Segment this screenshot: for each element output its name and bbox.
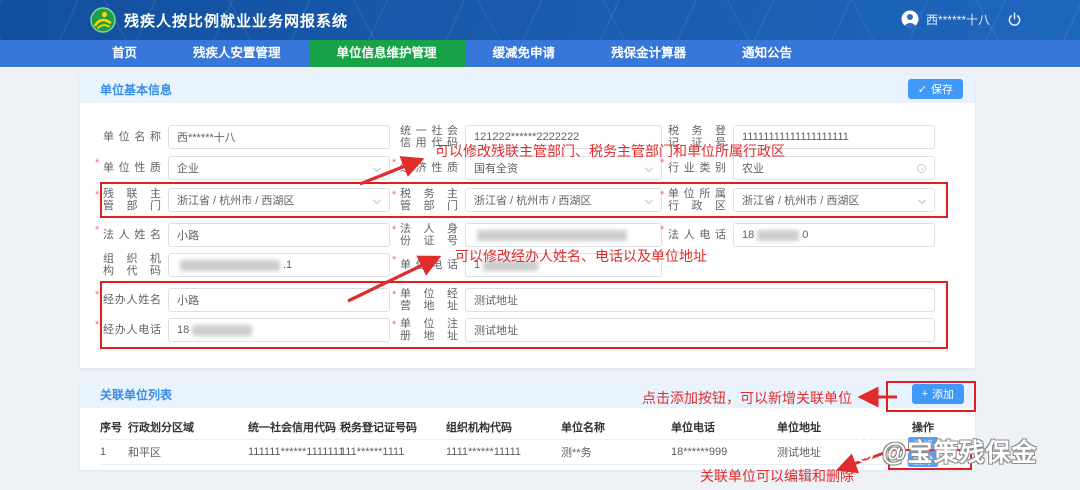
agent-name-label: *经办人姓名	[103, 288, 161, 312]
cdpf-logo-icon	[90, 7, 116, 33]
unit-name-input[interactable]: 西******十八	[168, 125, 390, 149]
legal-name-label: *法人姓名	[103, 223, 161, 247]
check-icon: ✓	[918, 83, 927, 96]
legal-id-label: *法人身份证号	[400, 223, 458, 247]
col-region: 行政划分区域	[128, 419, 248, 435]
nav-item-calculator[interactable]: 残保金计算器	[583, 40, 714, 67]
nav-item-reduction-apply[interactable]: 缓减免申请	[465, 40, 584, 67]
legal-phone-input[interactable]: 180	[733, 223, 935, 247]
tax-dept-label: *税务主管部门	[400, 188, 458, 212]
admin-region-select[interactable]: 浙江省 / 杭州市 / 西湖区	[733, 188, 935, 212]
agent-phone-input[interactable]: 18	[168, 318, 390, 342]
register-addr-label: *单位注册地址	[400, 318, 458, 342]
page: 残疾人按比例就业业务网报系统 西******十八 首页 残疾人安置管理 单位信息…	[0, 0, 1080, 490]
masked-value	[477, 230, 627, 241]
target-circle-icon	[917, 164, 926, 173]
tax-dept-select[interactable]: 浙江省 / 杭州市 / 西湖区	[465, 188, 662, 212]
unit-name-label: 单位名称	[103, 125, 161, 149]
related-units-table: 序号 行政划分区域 统一社会信用代码 税务登记证号码 组织机构代码 单位名称 单…	[100, 414, 955, 465]
chevron-down-icon	[918, 196, 926, 204]
unit-nature-select[interactable]: 企业	[168, 156, 390, 180]
main-nav: 首页 残疾人安置管理 单位信息维护管理 缓减免申请 残保金计算器 通知公告	[0, 40, 1080, 67]
top-header-bar: 残疾人按比例就业业务网报系统 西******十八	[0, 0, 1080, 40]
agent-name-input[interactable]: 小路	[168, 288, 390, 312]
business-addr-label: *单位经营地址	[400, 288, 458, 312]
col-actions: 操作	[891, 419, 955, 435]
related-units-title: 关联单位列表	[100, 386, 172, 403]
annotation-modify-agent: 可以修改经办人姓名、电话以及单位地址	[455, 246, 707, 266]
masked-value	[192, 325, 252, 336]
annotation-click-add: 点击添加按钮，可以新增关联单位	[642, 388, 852, 408]
save-button[interactable]: ✓ 保存	[908, 79, 963, 99]
unit-nature-label: *单位性质	[103, 156, 161, 180]
admin-region-label: *单位所属行政区	[668, 188, 726, 212]
delete-button[interactable]: 删除	[908, 452, 938, 467]
legal-phone-label: *法人电话	[668, 223, 726, 247]
annotation-modify-depts: 可以修改残联主管部门、税务主管部门和单位所属行政区	[435, 141, 785, 161]
brand: 残疾人按比例就业业务网报系统	[90, 7, 348, 33]
col-unit-address: 单位地址	[777, 419, 891, 435]
cdpf-dept-label: *残联主管部门	[103, 188, 161, 212]
chevron-down-icon	[645, 196, 653, 204]
user-name[interactable]: 西******十八	[926, 11, 990, 28]
related-units-card: 关联单位列表 点击添加按钮，可以新增关联单位 + 添加 序号 行政划分区域 统一…	[80, 380, 975, 470]
chevron-down-icon	[373, 164, 381, 172]
nav-item-placement-mgmt[interactable]: 残疾人安置管理	[165, 40, 309, 67]
nav-item-notice[interactable]: 通知公告	[714, 40, 820, 67]
nav-item-home[interactable]: 首页	[84, 40, 165, 67]
app-title: 残疾人按比例就业业务网报系统	[124, 10, 348, 31]
col-tax-no: 税务登记证号码	[340, 419, 446, 435]
nav-item-unit-info-mgmt[interactable]: 单位信息维护管理	[309, 40, 465, 67]
table-row: 1 和平区 111111******1111111 111******1111 …	[100, 440, 955, 465]
user-avatar-icon	[901, 10, 919, 28]
unit-phone-label: *单位电话	[400, 253, 458, 277]
basic-info-card: 单位基本信息 ✓ 保存 单位名称 西******十八 统一社会信用代码 1212…	[80, 75, 975, 368]
org-code-label: 组织机构代码	[103, 253, 161, 277]
col-seq: 序号	[100, 419, 128, 435]
masked-value	[180, 260, 280, 271]
table-header-row: 序号 行政划分区域 统一社会信用代码 税务登记证号码 组织机构代码 单位名称 单…	[100, 414, 955, 440]
cdpf-dept-select[interactable]: 浙江省 / 杭州市 / 西湖区	[168, 188, 390, 212]
register-addr-input[interactable]: 测试地址	[465, 318, 935, 342]
business-addr-input[interactable]: 测试地址	[465, 288, 935, 312]
col-org-code: 组织机构代码	[446, 419, 561, 435]
chevron-down-icon	[645, 164, 653, 172]
basic-info-title: 单位基本信息	[100, 81, 172, 98]
add-button[interactable]: + 添加	[912, 384, 964, 404]
plus-icon: +	[922, 388, 928, 400]
annotation-edit-delete: 关联单位可以编辑和删除	[700, 466, 854, 486]
edit-button[interactable]: 编辑	[908, 437, 938, 452]
legal-name-input[interactable]: 小路	[168, 223, 390, 247]
col-unit-name: 单位名称	[561, 419, 671, 435]
col-unit-phone: 单位电话	[671, 419, 777, 435]
org-code-input[interactable]: .1	[168, 253, 390, 277]
agent-phone-label: *经办人电话	[103, 318, 161, 342]
chevron-down-icon	[373, 196, 381, 204]
col-credit-code: 统一社会信用代码	[248, 419, 340, 435]
logout-power-icon[interactable]	[1007, 12, 1022, 27]
masked-value	[757, 230, 799, 241]
legal-id-input[interactable]	[465, 223, 662, 247]
